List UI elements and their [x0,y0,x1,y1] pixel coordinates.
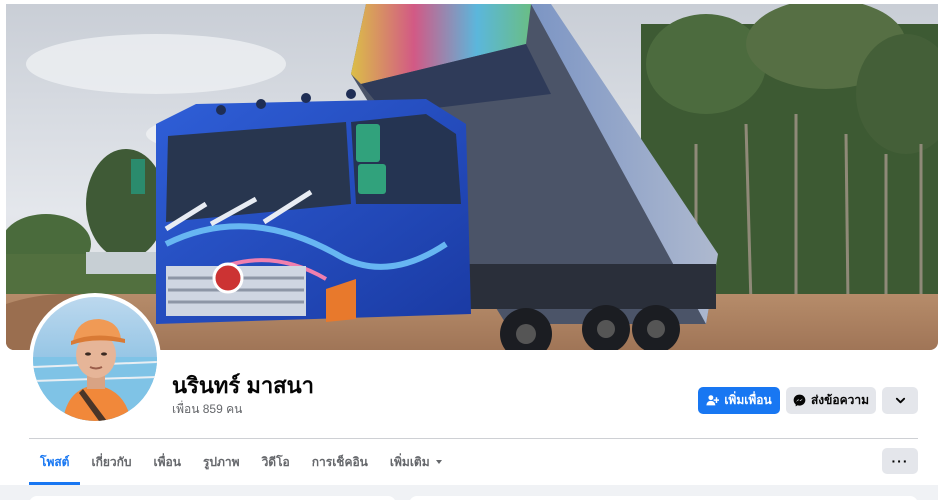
cover-photo[interactable] [6,4,938,350]
tab-more[interactable]: เพิ่มเติม [379,439,453,485]
tab-checkins[interactable]: การเช็คอิน [301,439,379,485]
chevron-down-icon [895,397,905,404]
tab-friends[interactable]: เพื่อน [143,439,192,485]
messenger-icon [793,394,806,407]
tab-label: เพื่อน [153,454,181,469]
friends-count[interactable]: เพื่อน 859 คน [172,400,242,419]
tab-posts[interactable]: โพสต์ [29,439,81,485]
intro-card [29,496,396,500]
profile-tabs: โพสต์ เกี่ยวกับ เพื่อน รูปภาพ วิดีโอ การ… [29,439,453,485]
ellipsis-icon: ··· [891,453,909,469]
tab-videos[interactable]: วิดีโอ [251,439,301,485]
tab-label: การเช็คอิน [311,454,368,469]
person-plus-icon [706,395,720,406]
profile-avatar[interactable] [29,293,161,425]
profile-page: นรินทร์ มาสนา เพื่อน 859 คน เพิ่มเพื่อน … [0,0,938,500]
tab-label: รูปภาพ [202,454,240,469]
message-label: ส่งข้อความ [810,393,869,407]
message-button[interactable]: ส่งข้อความ [786,387,876,414]
tab-more-options-button[interactable]: ··· [882,448,918,474]
caret-down-icon [435,460,442,464]
tab-label: วิดีโอ [261,454,290,469]
tab-label: เพิ่มเติม [389,454,430,469]
profile-options-dropdown[interactable] [882,387,918,414]
profile-name: นรินทร์ มาสนา [172,373,315,398]
tab-label: เกี่ยวกับ [91,454,132,469]
add-friend-label: เพิ่มเพื่อน [724,393,772,407]
posts-card [409,496,918,500]
profile-header: นรินทร์ มาสนา เพื่อน 859 คน เพิ่มเพื่อน … [0,0,938,485]
tab-about[interactable]: เกี่ยวกับ [80,439,142,485]
avatar-image [33,297,157,421]
tab-label: โพสต์ [40,454,70,469]
tab-photos[interactable]: รูปภาพ [192,439,251,485]
add-friend-button[interactable]: เพิ่มเพื่อน [698,387,780,414]
